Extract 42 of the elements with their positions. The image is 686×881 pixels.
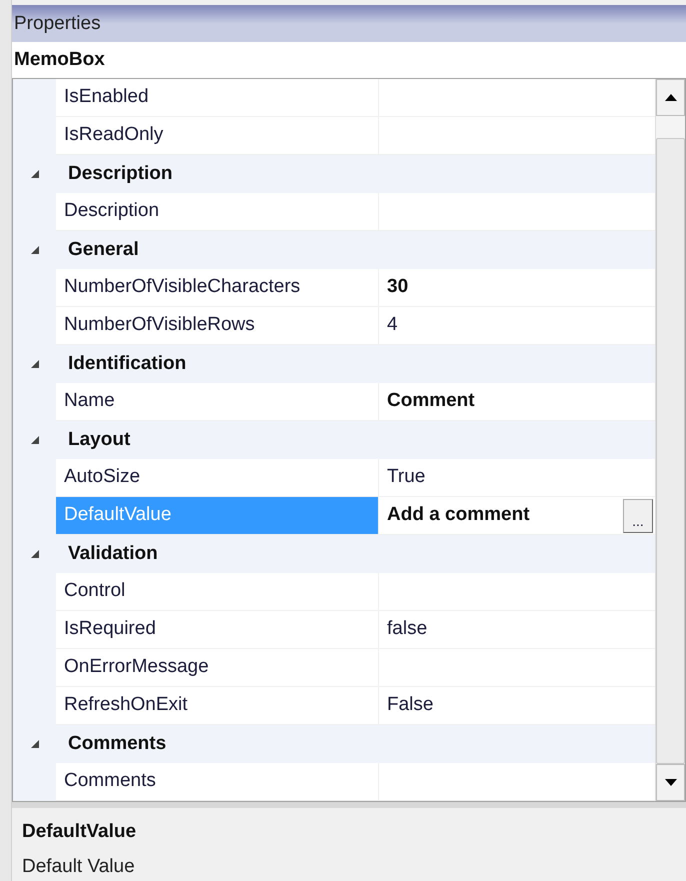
ellipsis-button[interactable]: ...: [623, 498, 653, 532]
collapse-triangle-icon[interactable]: [30, 359, 40, 369]
property-value[interactable]: Comment: [387, 387, 475, 416]
property-name[interactable]: Comments: [56, 763, 379, 801]
category-header[interactable]: Layout: [56, 421, 130, 459]
category-header[interactable]: General: [56, 231, 139, 269]
scroll-thumb[interactable]: [656, 138, 685, 764]
property-value[interactable]: 30: [387, 273, 408, 302]
row-gutter: [13, 79, 56, 117]
property-name[interactable]: IsEnabled: [56, 79, 379, 117]
property-name[interactable]: IsReadOnly: [56, 117, 379, 155]
scroll-up-button[interactable]: [656, 79, 685, 116]
category-header[interactable]: Comments: [56, 725, 166, 763]
up-arrow-icon: [664, 94, 676, 101]
collapse-triangle-icon[interactable]: [30, 245, 40, 255]
property-name[interactable]: Name: [56, 383, 379, 421]
category-header[interactable]: Description: [56, 155, 173, 193]
property-value[interactable]: False: [387, 691, 434, 720]
collapse-triangle-icon[interactable]: [30, 549, 40, 559]
property-value[interactable]: false: [387, 615, 428, 644]
object-name: MemoBox: [14, 48, 105, 72]
description-text: Default Value: [22, 854, 136, 878]
collapse-triangle-icon[interactable]: [30, 739, 40, 749]
property-name[interactable]: IsRequired: [56, 611, 379, 649]
collapse-triangle-icon[interactable]: [30, 169, 40, 179]
down-arrow-icon: [664, 779, 676, 786]
property-name[interactable]: OnErrorMessage: [56, 649, 379, 687]
description-title: DefaultValue: [22, 820, 138, 844]
collapse-triangle-icon[interactable]: [30, 435, 40, 445]
property-name[interactable]: NumberOfVisibleRows: [56, 307, 379, 345]
property-name[interactable]: Control: [56, 573, 379, 611]
property-name[interactable]: RefreshOnExit: [56, 687, 379, 725]
property-value[interactable]: True: [387, 463, 426, 492]
property-name[interactable]: NumberOfVisibleCharacters: [56, 269, 379, 307]
panel-title: Properties: [14, 12, 101, 36]
property-name[interactable]: AutoSize: [56, 459, 379, 497]
property-value[interactable]: 4: [387, 311, 398, 340]
scroll-down-button[interactable]: [656, 764, 685, 801]
property-name[interactable]: Description: [56, 193, 379, 231]
scrollbar[interactable]: [655, 79, 685, 801]
category-header[interactable]: Validation: [56, 535, 158, 573]
property-value[interactable]: Add a comment: [387, 501, 530, 530]
